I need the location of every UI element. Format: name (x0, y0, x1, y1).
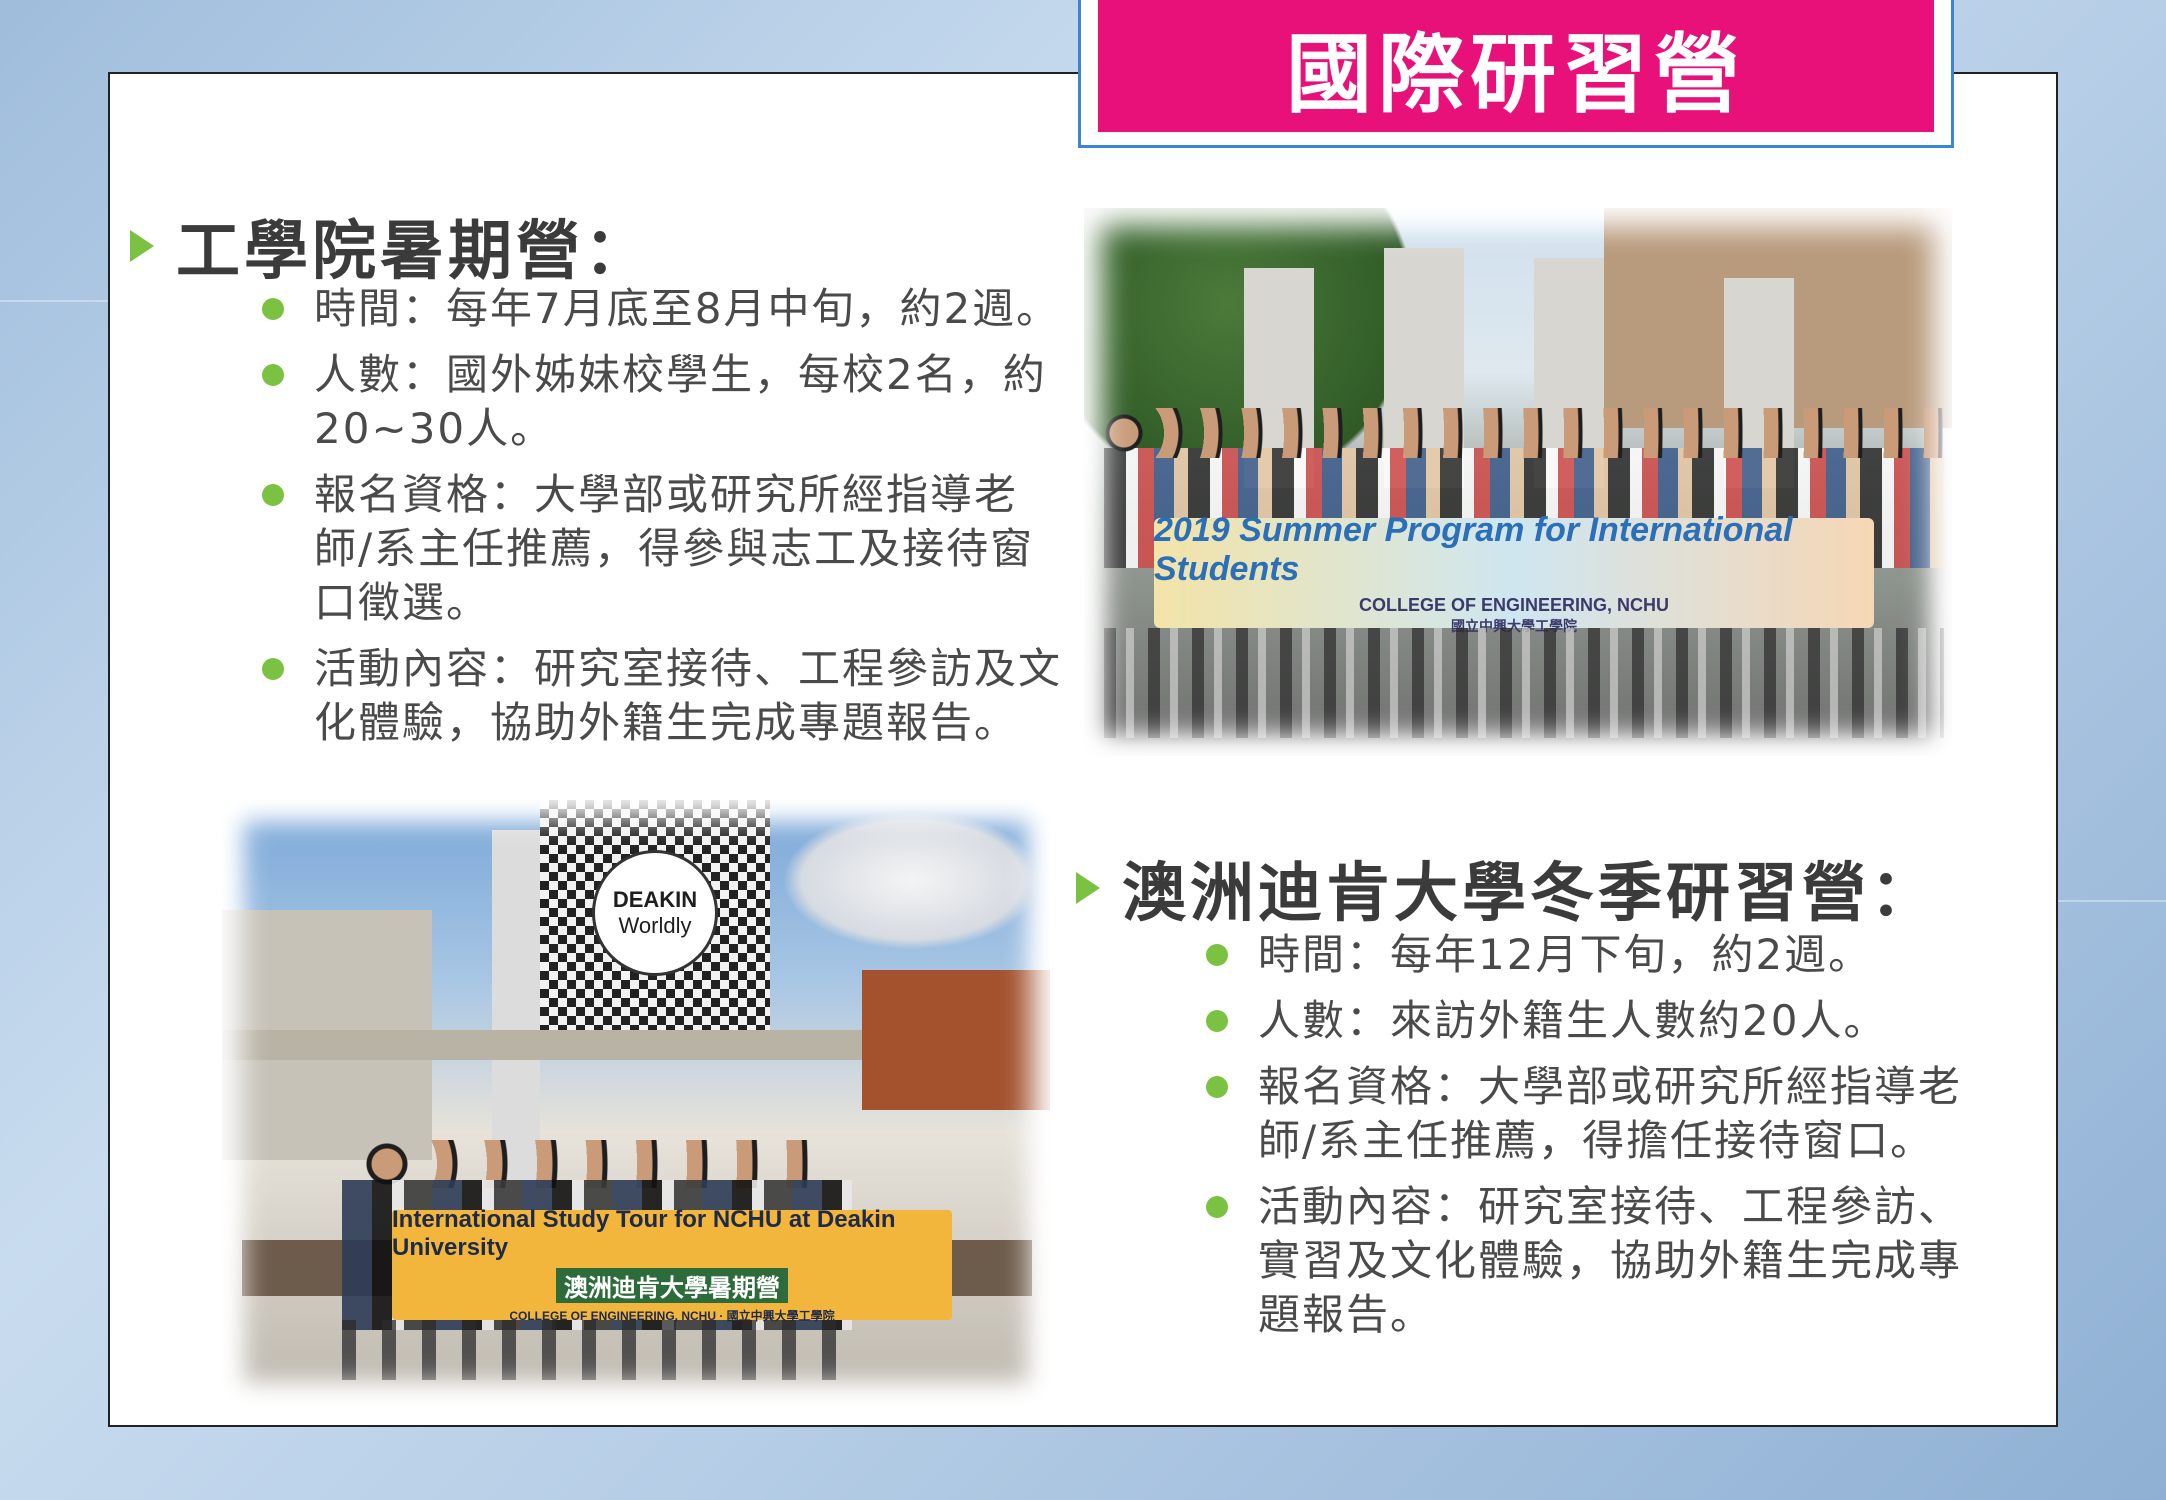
crowd-legs (1104, 628, 1944, 738)
list-item: 人數：來訪外籍生人數約20人。 (1206, 994, 1986, 1048)
green-dot-icon (1206, 1010, 1228, 1032)
section2-bullet-list: 時間：每年12月下旬，約2週。 人數：來訪外籍生人數約20人。 報名資格：大學部… (1206, 928, 1986, 1352)
banner-title: International Study Tour for NCHU at Dea… (392, 1206, 896, 1261)
green-dot-icon (1206, 1076, 1228, 1098)
deakin-photo: DEAKIN Worldly International Study Tour … (222, 800, 1050, 1404)
arrow-bullet-icon (130, 230, 154, 262)
logo-text: DEAKIN (612, 887, 698, 912)
summer-program-banner: 2019 Summer Program for International St… (1154, 511, 1874, 634)
list-item: 人數：國外姊妹校學生，每校2名，約20~30人。 (262, 348, 1072, 456)
arrow-bullet-icon (1076, 872, 1100, 904)
green-dot-icon (262, 298, 284, 320)
section1-heading: 工學院暑期營： (130, 200, 652, 292)
list-item: 報名資格：大學部或研究所經指導老師/系主任推薦，得擔任接待窗口。 (1206, 1060, 1986, 1168)
list-item: 活動內容：研究室接待、工程參訪、實習及文化體驗，協助外籍生完成專題報告。 (1206, 1180, 1986, 1342)
green-dot-icon (262, 364, 284, 386)
section2-heading-text: 澳洲迪肯大學冬季研習營： (1122, 857, 1938, 931)
banner-subtitle: COLLEGE OF ENGINEERING, NCHU (1358, 594, 1670, 615)
green-dot-icon (1206, 1196, 1228, 1218)
list-item: 活動內容：研究室接待、工程參訪及文化體驗，協助外籍生完成專題報告。 (262, 642, 1072, 750)
logo-subtext: Worldly (618, 913, 692, 938)
cloud-shape (782, 810, 1042, 950)
building-shape (862, 970, 1050, 1110)
title-banner: 國際研習營 (1098, 0, 1934, 132)
green-dot-icon (262, 658, 284, 680)
section2-heading: 澳洲迪肯大學冬季研習營： (1076, 842, 1938, 934)
summer-program-photo: 2019 Summer Program for International St… (1084, 208, 1952, 756)
page-title: 國際研習營 (1286, 24, 1746, 125)
crowd-heads (1104, 408, 1944, 458)
section1-bullet-list: 時間：每年7月底至8月中旬，約2週。 人數：國外姊妹校學生，每校2名，約20~3… (262, 282, 1072, 760)
green-dot-icon (1206, 944, 1228, 966)
section1-heading-text: 工學院暑期營： (176, 215, 652, 289)
green-dot-icon (262, 484, 284, 506)
group-legs (342, 1320, 862, 1380)
bg-line (2058, 900, 2166, 902)
banner-subtitle: 澳洲迪肯大學暑期營 (556, 1268, 788, 1303)
deakin-banner: International Study Tour for NCHU at Dea… (392, 1206, 952, 1323)
deakin-logo: DEAKIN Worldly (592, 850, 718, 976)
bg-line (0, 300, 108, 302)
banner-title: 2019 Summer Program for International St… (1154, 510, 1793, 588)
list-item: 報名資格：大學部或研究所經指導老師/系主任推薦，得參與志工及接待窗口徵選。 (262, 468, 1072, 630)
list-item: 時間：每年7月底至8月中旬，約2週。 (262, 282, 1072, 336)
list-item: 時間：每年12月下旬，約2週。 (1206, 928, 1986, 982)
